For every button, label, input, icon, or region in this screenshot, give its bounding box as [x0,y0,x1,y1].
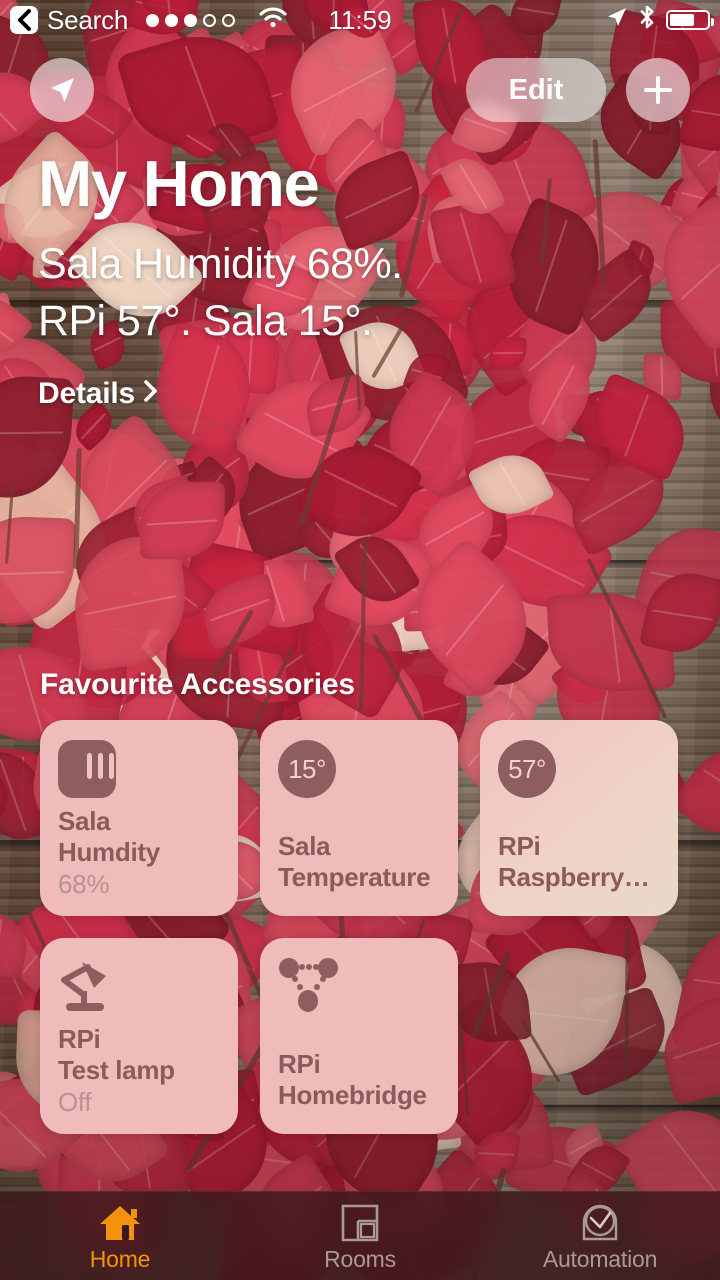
home-header: My Home Sala Humidity 68%. RPi 57°. Sala… [38,147,403,411]
accessory-tile-body: RPi Raspberry… [498,831,660,900]
back-to-search-label[interactable]: Search [47,5,128,36]
location-arrow-icon [606,6,628,35]
location-arrow-icon [51,78,74,102]
cellular-signal-dots [146,13,236,27]
bluetooth-icon [639,5,655,36]
signal-dot [184,13,198,27]
tab-rooms[interactable]: Rooms [240,1192,480,1280]
signal-dot [165,13,179,27]
status-line: Sala Humidity 68%. [38,240,403,289]
signal-dot [146,13,160,27]
automation-clock-icon [579,1199,621,1243]
tile-spacer [278,1110,440,1118]
accessory-tile[interactable]: RPi Homebridge [260,938,458,1134]
accessory-tile-name: RPi Raspberry… [498,831,650,892]
tab-automation[interactable]: Automation [480,1192,720,1280]
accessory-tile-body: RPi Test lamp Off [58,1024,220,1118]
accessory-tile[interactable]: RPi Test lamp Off [40,938,238,1134]
temperature-badge-icon: 57° [498,740,556,798]
accessory-tile-icon [278,958,440,1020]
chevron-right-icon [143,377,159,411]
accessory-tile-name: Sala Temperature [278,831,431,892]
status-bar-left: Search [0,5,288,36]
tile-spacer [498,892,660,900]
accessory-tile-body: RPi Homebridge [278,1049,440,1118]
chevron-left-icon[interactable] [10,6,38,34]
battery-icon [666,10,714,30]
plus-icon [644,76,672,104]
tab-automation-label: Automation [542,1246,658,1272]
temperature-badge-icon: 15° [278,740,336,798]
tab-home[interactable]: Home [0,1192,240,1280]
tab-home-label: Home [89,1246,151,1272]
details-link[interactable]: Details [38,377,159,411]
accessory-tile[interactable]: 15° Sala Temperature [260,720,458,916]
add-accessory-button[interactable] [626,58,690,122]
humidity-sensor-icon [58,740,116,798]
accessory-tile-state: Off [58,1087,92,1117]
accessory-tile-name: RPi Test lamp [58,1024,175,1085]
favourites-section-title: Favourite Accessories [40,668,355,701]
status-bar: Search 11:59 [0,0,720,40]
tab-rooms-label: Rooms [324,1246,396,1272]
tile-spacer [278,892,440,900]
favourites-section: Favourite Accessories Sala Humdity 68% 15°… [0,668,720,1134]
edit-button[interactable]: Edit [466,58,606,122]
page-title: My Home [38,147,320,220]
accessory-tile-icon: 57° [498,740,660,802]
details-label: Details [38,376,135,410]
bridge-hub-icon [279,958,338,1012]
signal-dot [203,13,217,27]
accessory-tile-icon: 15° [278,740,440,802]
house-icon [98,1199,142,1243]
accessory-tile-name: RPi Homebridge [278,1049,427,1110]
rooms-panels-icon [339,1199,381,1243]
locate-button[interactable] [30,58,94,122]
home-toolbar: Edit [0,58,720,124]
home-status-summary: Sala Humidity 68%. RPi 57°. Sala 15°. [38,236,403,350]
status-bar-right [606,5,720,36]
accessory-tile-state: 68% [58,869,110,899]
accessory-tile-name: Sala Humdity [58,806,160,867]
accessory-tile-body: Sala Humdity 68% [58,806,220,900]
tab-bar: Home Rooms Automation [0,1191,720,1280]
accessory-tile-body: Sala Temperature [278,831,440,900]
accessory-tile-grid: Sala Humdity 68% 15° Sala Temperature 57° RPi… [0,720,720,1134]
desk-lamp-icon [61,962,106,1011]
accessory-tile[interactable]: 57° RPi Raspberry… [480,720,678,916]
accessory-tile[interactable]: Sala Humdity 68% [40,720,238,916]
signal-dot [222,13,236,27]
accessory-tile-icon [58,740,220,802]
status-line: RPi 57°. Sala 15°. [38,297,373,346]
accessory-tile-icon [58,958,220,1020]
wifi-icon [258,6,288,35]
